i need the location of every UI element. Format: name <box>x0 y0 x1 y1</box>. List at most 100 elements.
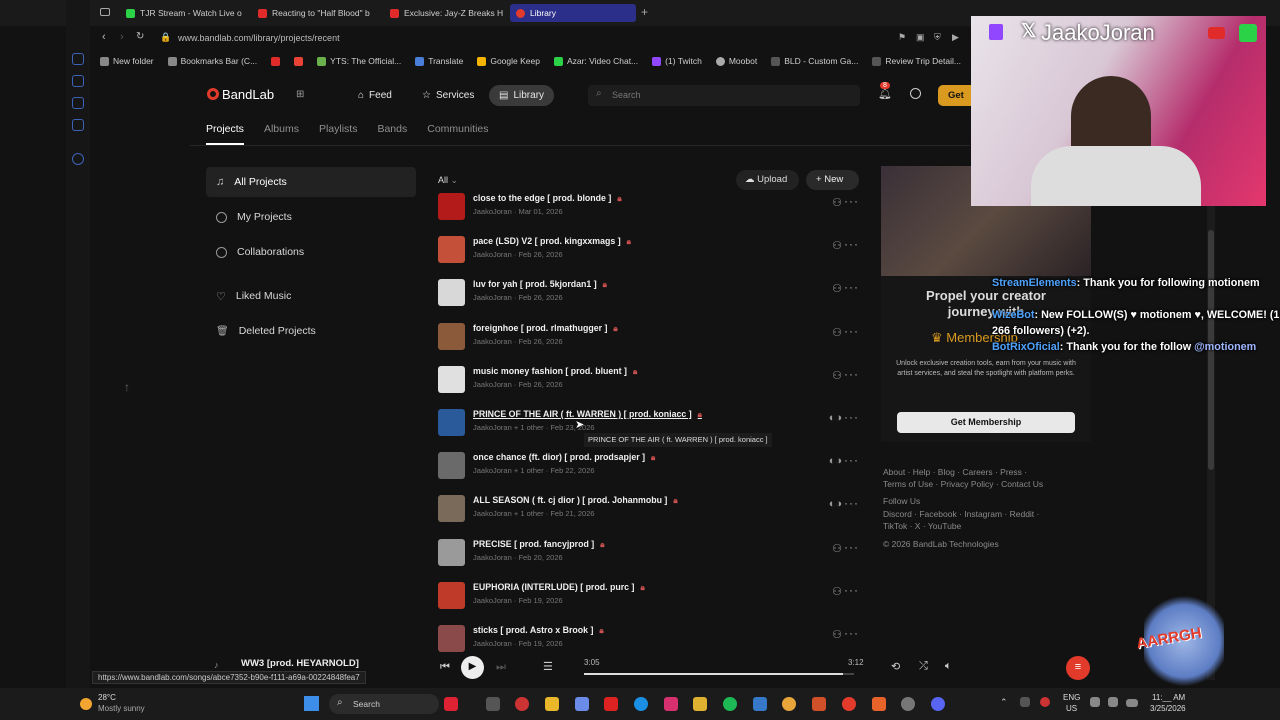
copilot-icon[interactable] <box>575 697 589 711</box>
nav-services[interactable]: ☆ Services <box>412 85 484 106</box>
settings-gear-icon[interactable] <box>901 697 915 711</box>
get-membership-button[interactable]: Get Membership <box>897 412 1075 433</box>
tab-overview-icon[interactable] <box>100 8 110 16</box>
add-collaborator-icon[interactable]: ⚇ <box>832 282 842 295</box>
nav-library[interactable]: ▤ Library <box>489 85 555 106</box>
project-thumbnail[interactable] <box>438 625 465 652</box>
tab-albums[interactable]: Albums <box>264 123 299 145</box>
folder-icon[interactable] <box>693 697 707 711</box>
task-view-icon[interactable] <box>486 697 500 711</box>
bookmark-item[interactable]: Google Keep <box>477 53 540 69</box>
project-title[interactable]: PRINCE OF THE AIR ( ft. WARREN ) [ prod.… <box>473 409 702 420</box>
url-field[interactable]: www.bandlab.com/library/projects/recent <box>178 33 340 43</box>
bookmark-item[interactable]: BLD - Custom Ga... <box>771 53 858 69</box>
project-thumbnail[interactable] <box>438 409 465 436</box>
vs-code-icon[interactable] <box>753 697 767 711</box>
more-options-icon[interactable]: ··· <box>844 194 859 208</box>
more-options-icon[interactable]: ··· <box>844 540 859 554</box>
bookmark-item[interactable]: Review Trip Detail... <box>872 53 961 69</box>
project-title[interactable]: music money fashion [ prod. bluent ] 🔒︎ <box>473 366 637 377</box>
bookmark-item[interactable] <box>294 53 304 69</box>
progress-track[interactable] <box>584 673 854 675</box>
discord-icon[interactable] <box>72 97 84 109</box>
tab-tjr-stream[interactable]: TJR Stream - Watch Live o <box>120 4 245 22</box>
more-options-icon[interactable]: ··· <box>844 367 859 381</box>
search-input[interactable]: Search <box>612 90 641 100</box>
footer-line[interactable]: Terms of Use · Privacy Policy · Contact … <box>883 478 1083 490</box>
spotify-icon[interactable] <box>723 697 737 711</box>
discord-icon[interactable] <box>931 697 945 711</box>
windows-start-icon[interactable] <box>304 696 319 711</box>
back-icon[interactable]: ‹ <box>102 31 106 43</box>
upload-button[interactable]: ☁ Upload <box>736 170 799 190</box>
bookmark-item[interactable]: (1) Twitch <box>652 53 702 69</box>
project-title[interactable]: ALL SEASON ( ft. cj dior ) [ prod. Johan… <box>473 495 678 506</box>
project-thumbnail[interactable] <box>438 452 465 480</box>
repeat-icon[interactable]: ⟲ <box>891 660 900 673</box>
project-title[interactable]: PRECISE [ prod. fancyjprod ] 🔒︎ <box>473 539 604 550</box>
sidebar-item-all-projects[interactable]: ♫ All Projects <box>206 167 416 197</box>
whatsapp-icon[interactable] <box>72 119 84 131</box>
more-options-icon[interactable]: ··· <box>844 237 859 251</box>
speaker-icon[interactable] <box>1108 697 1118 707</box>
tray-chevron-icon[interactable]: ⌃ <box>1000 697 1008 708</box>
project-thumbnail[interactable] <box>438 495 465 523</box>
nav-feed[interactable]: ⌂ Feed <box>348 85 402 106</box>
play-button[interactable]: ▶ <box>461 656 484 679</box>
battery-icon[interactable] <box>1126 699 1138 707</box>
apps-grid-icon[interactable]: ⊞ <box>296 89 304 100</box>
messenger-icon[interactable] <box>72 75 84 87</box>
settings-icon[interactable] <box>72 153 84 165</box>
weather-temp[interactable]: 28°C <box>98 693 116 702</box>
footer-line[interactable]: About · Help · Blog · Careers · Press · <box>883 466 1083 478</box>
bookmark-item[interactable]: YTS: The Official... <box>317 53 401 69</box>
tab-library[interactable]: Library <box>510 4 636 22</box>
project-title[interactable]: pace (LSD) V2 [ prod. kingxxmags ] 🔒︎ <box>473 236 631 247</box>
taskbar-search[interactable]: ⌕ Search <box>329 694 439 714</box>
more-options-icon[interactable]: ··· <box>844 583 859 597</box>
tab-communities[interactable]: Communities <box>427 123 488 145</box>
instagram-icon[interactable] <box>664 697 678 711</box>
l-app-icon[interactable] <box>604 697 618 711</box>
collaborator-avatars[interactable]: ◐◑ <box>829 412 842 424</box>
sidebar-item-collaborations[interactable]: Collaborations <box>206 237 416 267</box>
scroll-top-icon[interactable]: ↑ <box>124 380 130 394</box>
sidebar-item-my-projects[interactable]: My Projects <box>206 202 416 232</box>
queue-icon[interactable]: ☰ <box>543 660 553 673</box>
tab-half-blood[interactable]: Reacting to "Half Blood" b <box>252 4 377 22</box>
bandlab-logo[interactable]: BandLab <box>222 87 274 102</box>
menu-button[interactable]: ≡ <box>1066 656 1090 680</box>
snapshot-icon[interactable]: ▣ <box>916 32 925 43</box>
project-title[interactable]: EUPHORIA (INTERLUDE) [ prod. purc ] 🔒︎ <box>473 582 645 593</box>
next-icon[interactable]: ⏭ <box>496 661 506 674</box>
project-title[interactable]: foreignhoe [ prod. rlmathugger ] 🔒︎ <box>473 323 618 334</box>
project-thumbnail[interactable] <box>438 236 465 264</box>
more-options-icon[interactable]: ··· <box>844 453 859 467</box>
project-row[interactable]: once chance (ft. dior) [ prod. prodsapje… <box>436 449 864 487</box>
shuffle-icon[interactable]: ⤮ <box>919 660 928 673</box>
project-row[interactable]: PRECISE [ prod. fancyjprod ] 🔒︎ JaakoJoran… <box>436 536 864 574</box>
bookmark-item[interactable] <box>271 53 281 69</box>
project-thumbnail[interactable] <box>438 322 465 350</box>
add-collaborator-icon[interactable]: ⚇ <box>832 628 842 641</box>
project-title[interactable]: once chance (ft. dior) [ prod. prodsapje… <box>473 452 655 463</box>
footer-line[interactable]: Discord · Facebook · Instagram · Reddit … <box>883 508 1083 520</box>
bookmark-icon[interactable]: ⚑ <box>898 32 906 43</box>
project-row[interactable]: foreignhoe [ prod. rlmathugger ] 🔒︎ JaakoJ… <box>436 320 864 358</box>
mic-icon[interactable] <box>1040 697 1050 707</box>
lang-eng[interactable]: ENG <box>1063 693 1080 702</box>
project-title[interactable]: sticks [ prod. Astro x Brook ] 🔒︎ <box>473 625 604 636</box>
tab-jay-z[interactable]: Exclusive: Jay-Z Breaks H <box>384 4 509 22</box>
add-collaborator-icon[interactable]: ⚇ <box>832 239 842 252</box>
bookmark-item[interactable]: Azar: Video Chat... <box>553 53 638 69</box>
more-options-icon[interactable]: ··· <box>844 496 859 510</box>
messages-icon[interactable] <box>910 88 921 99</box>
collaborator-avatars[interactable]: ◐◑ <box>829 455 842 467</box>
media-app-icon[interactable] <box>444 697 458 711</box>
wifi-icon[interactable] <box>1090 697 1100 707</box>
tab-playlists[interactable]: Playlists <box>319 123 358 145</box>
play-icon[interactable]: ▶ <box>952 32 959 43</box>
project-thumbnail[interactable] <box>438 538 465 566</box>
add-collaborator-icon[interactable]: ⚇ <box>832 196 842 209</box>
volume-icon[interactable]: 🔈︎ <box>945 660 952 673</box>
